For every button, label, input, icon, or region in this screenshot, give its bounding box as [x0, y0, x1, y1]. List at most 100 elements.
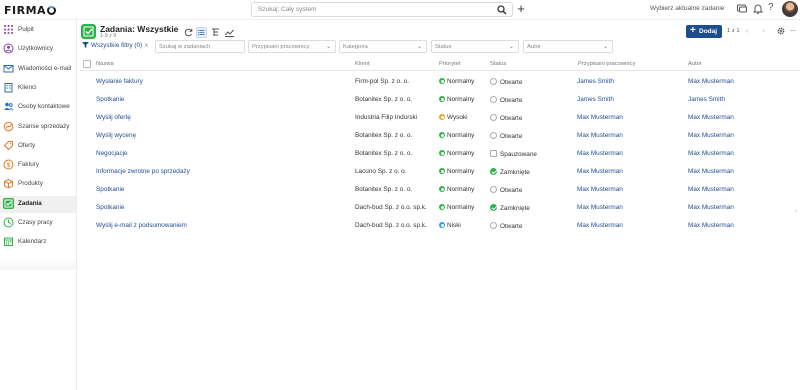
hierarchy-icon[interactable] — [210, 27, 221, 38]
select-all-checkbox[interactable] — [83, 60, 91, 68]
search-icon[interactable] — [497, 5, 507, 15]
sidebar-item-zadania[interactable]: Zadania — [0, 195, 76, 213]
author-link[interactable]: Max Musterman — [688, 150, 734, 157]
task-name-link[interactable]: Informacje zwrotne po sprzedaży — [96, 168, 190, 175]
prev-page-icon[interactable]: ‹ — [746, 26, 749, 35]
status-paused-icon[interactable] — [490, 150, 497, 157]
author-link[interactable]: Max Musterman — [688, 204, 734, 211]
refresh-icon[interactable] — [183, 27, 194, 38]
chat-icon[interactable] — [736, 3, 748, 15]
global-search[interactable]: Szukaj: Cały system — [251, 2, 513, 17]
assigned-employee-link[interactable]: Max Musterman — [577, 150, 623, 157]
status-open-icon[interactable] — [490, 78, 497, 85]
assigned-employee-link[interactable]: Max Musterman — [577, 168, 623, 175]
sidebar-item-oferty[interactable]: Oferty — [0, 138, 76, 155]
task-name-link[interactable]: Spotkanie — [96, 204, 124, 211]
author-link[interactable]: James Smith — [688, 96, 725, 103]
client-name[interactable]: Lacuno Sp. z o. o. — [355, 168, 407, 175]
client-name[interactable]: Botanitex Sp. z o. o. — [355, 96, 412, 103]
sidebar-item-wiadomości-e-mail[interactable]: Wiadomości e-mail — [0, 61, 76, 78]
more-options-icon[interactable]: ··· — [790, 26, 796, 35]
table-row[interactable]: Spotkanie Botanitex Sp. z o. o. Normalny Ot… — [80, 180, 800, 198]
category-filter-select[interactable]: Kategoria ⌄ — [339, 40, 427, 53]
author-link[interactable]: Max Musterman — [688, 186, 734, 193]
client-name[interactable]: Industria Filip Indurski — [355, 114, 417, 121]
author-link[interactable]: Max Musterman — [688, 222, 734, 229]
status-open-icon[interactable] — [490, 114, 497, 121]
table-row[interactable]: Wysłanie faktury Firm-pol Sp. z o. o. Norm… — [80, 72, 800, 90]
table-row[interactable]: Spotkanie Botanitex Sp. z o. o. Normalny Ot… — [80, 90, 800, 108]
status-cell[interactable]: Otwarte — [490, 114, 522, 122]
list-view-icon[interactable] — [196, 27, 207, 38]
column-header-name[interactable]: Nazwa — [96, 61, 114, 67]
assigned-employee-link[interactable]: Max Musterman — [577, 222, 623, 229]
author-link[interactable]: Max Musterman — [688, 168, 734, 175]
add-task-button[interactable]: + Dodaj — [686, 25, 722, 38]
client-name[interactable]: Botanitex Sp. z o. o. — [355, 132, 412, 139]
status-open-icon[interactable] — [490, 96, 497, 103]
table-row[interactable]: Wyślij ofertę Industria Filip Indurski Wys… — [80, 108, 800, 126]
sidebar-item-czasy-pracy[interactable]: Czasy pracy — [0, 215, 76, 232]
client-name[interactable]: Firm-pol Sp. z o. o. — [355, 78, 409, 85]
column-header-client[interactable]: Klient — [355, 61, 370, 67]
column-header-priority[interactable]: Priorytet — [439, 61, 461, 67]
column-header-status[interactable]: Status — [490, 61, 506, 67]
status-cell[interactable]: Otwarte — [490, 186, 522, 194]
sidebar-item-osoby-kontaktowe[interactable]: Osoby kontaktowe — [0, 99, 76, 116]
author-link[interactable]: Max Musterman — [688, 114, 734, 121]
client-name[interactable]: Botanitex Sp. z o. o. — [355, 186, 412, 193]
user-avatar[interactable] — [782, 1, 798, 17]
side-panel-toggle-icon[interactable]: ‹ — [795, 208, 797, 215]
task-name-link[interactable]: Spotkanie — [96, 96, 124, 103]
sidebar-item-produkty[interactable]: Produkty — [0, 176, 76, 193]
status-cell[interactable]: Otwarte — [490, 222, 522, 230]
sidebar-item-kalendarz[interactable]: Kalendarz — [0, 234, 76, 251]
task-name-link[interactable]: Spotkanie — [96, 186, 124, 193]
clear-filters-icon[interactable]: × — [144, 41, 149, 50]
status-open-icon[interactable] — [490, 132, 497, 139]
plus-icon[interactable]: + — [514, 2, 528, 16]
task-name-link[interactable]: Wyślij ofertę — [96, 114, 131, 121]
sidebar-item-pulpit[interactable]: Pulpit — [0, 22, 76, 39]
assigned-employee-link[interactable]: Max Musterman — [577, 132, 623, 139]
status-filter-select[interactable]: Status ⌄ — [431, 40, 519, 53]
gear-icon[interactable] — [776, 26, 786, 36]
sidebar-item-klienci[interactable]: Klienci — [0, 80, 76, 97]
status-cell[interactable]: Spauzowane — [490, 150, 537, 158]
sidebar-item-faktury[interactable]: $ Faktury — [0, 157, 76, 174]
table-row[interactable]: Negocjacje Botanitex Sp. z o. o. Normalny S… — [80, 144, 800, 162]
chevron-down-icon[interactable]: ⌄ — [165, 25, 171, 33]
status-cell[interactable]: Zamknięte — [490, 168, 530, 176]
column-header-assigned[interactable]: Przypisani pracownicy — [578, 61, 635, 67]
status-closed-icon[interactable] — [490, 168, 497, 175]
firmao-logo[interactable]: FIRMA — [4, 4, 57, 17]
task-name-link[interactable]: Wyślij wycenę — [96, 132, 136, 139]
status-cell[interactable]: Otwarte — [490, 132, 522, 140]
table-row[interactable]: Spotkanie Dach-bud Sp. z o.o. sp.k. Normal… — [80, 198, 800, 216]
table-row[interactable]: Wyślij wycenę Botanitex Sp. z o. o. Normal… — [80, 126, 800, 144]
assigned-employee-link[interactable]: James Smith — [577, 96, 614, 103]
next-page-icon[interactable]: › — [762, 26, 765, 35]
assigned-employee-link[interactable]: James Smith — [577, 78, 614, 85]
sidebar-item-użytkownicy[interactable]: Użytkownicy — [0, 41, 76, 58]
chart-view-icon[interactable] — [224, 27, 235, 38]
client-name[interactable]: Dach-bud Sp. z o.o. sp.k. — [355, 204, 427, 211]
author-link[interactable]: Max Musterman — [688, 132, 734, 139]
all-filters-toggle[interactable]: Wszystkie filtry (0) — [82, 42, 142, 49]
task-name-link[interactable]: Wysłanie faktury — [96, 78, 143, 85]
status-cell[interactable]: Otwarte — [490, 78, 522, 86]
status-closed-icon[interactable] — [490, 204, 497, 211]
help-icon[interactable]: ? — [768, 2, 780, 14]
table-row[interactable]: Informacje zwrotne po sprzedaży Lacuno Sp… — [80, 162, 800, 180]
current-task-select[interactable]: Wybierz aktualne zadanie — [650, 5, 724, 12]
status-open-icon[interactable] — [490, 186, 497, 193]
author-link[interactable]: Max Musterman — [688, 78, 734, 85]
status-cell[interactable]: Otwarte — [490, 96, 522, 104]
bell-icon[interactable] — [752, 3, 764, 15]
task-search-input[interactable]: Szukaj w zadaniach — [155, 40, 245, 53]
client-name[interactable]: Botanitex Sp. z o. o. — [355, 150, 412, 157]
client-name[interactable]: Dach-bud Sp. z o.o. sp.k. — [355, 222, 427, 229]
author-filter-select[interactable]: Autor ⌄ — [523, 40, 613, 53]
sidebar-item-szanse-sprzedaży[interactable]: Szanse sprzedaży — [0, 119, 76, 136]
column-header-author[interactable]: Autor — [688, 61, 702, 67]
